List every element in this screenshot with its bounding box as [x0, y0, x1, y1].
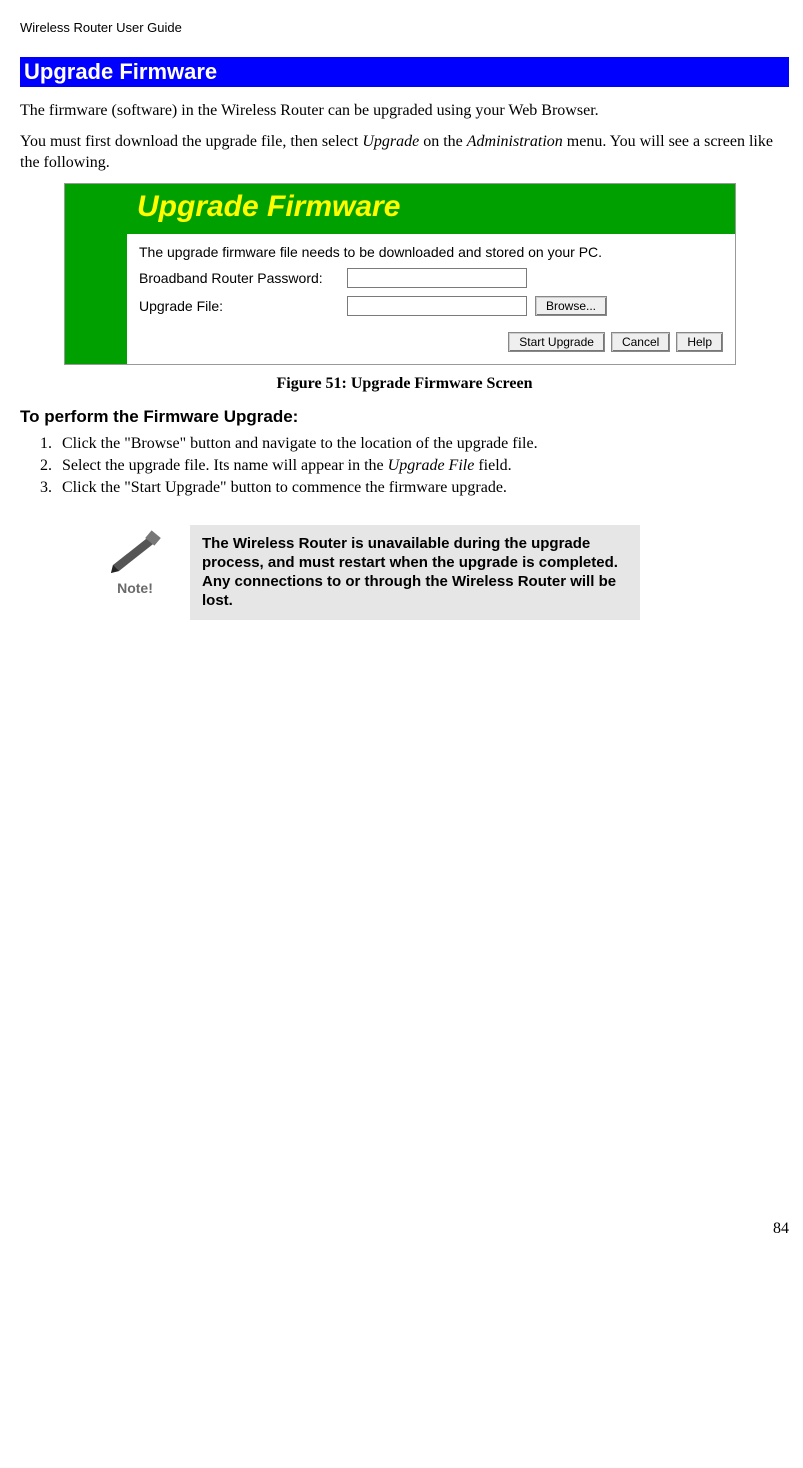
note-text: The Wireless Router is unavailable durin…: [190, 525, 640, 620]
intro-paragraph-2: You must first download the upgrade file…: [20, 132, 789, 174]
section-title: Upgrade Firmware: [20, 57, 789, 87]
upgrade-file-input[interactable]: [347, 296, 527, 316]
text-fragment: You must first download the upgrade file…: [20, 133, 362, 150]
document-header: Wireless Router User Guide: [20, 20, 789, 35]
pencil-note-icon: [107, 529, 163, 573]
password-row: Broadband Router Password:: [139, 268, 723, 288]
browse-button[interactable]: Browse...: [535, 296, 607, 316]
upgrade-firmware-panel: Upgrade Firmware The upgrade firmware fi…: [64, 183, 736, 365]
emphasis-upgrade-file: Upgrade File: [388, 457, 475, 474]
note-icon-cell: Note!: [80, 525, 190, 596]
panel-main: Upgrade Firmware The upgrade firmware fi…: [127, 184, 735, 364]
text-fragment: on the: [419, 133, 467, 150]
password-label: Broadband Router Password:: [139, 270, 339, 286]
figure-container: Upgrade Firmware The upgrade firmware fi…: [64, 183, 789, 365]
list-item: Click the "Start Upgrade" button to comm…: [56, 479, 789, 497]
panel-actions: Start Upgrade Cancel Help: [139, 332, 723, 352]
panel-title-row: Upgrade Firmware: [127, 184, 735, 234]
note-block: Note! The Wireless Router is unavailable…: [80, 525, 640, 620]
start-upgrade-button[interactable]: Start Upgrade: [508, 332, 605, 352]
cancel-button[interactable]: Cancel: [611, 332, 670, 352]
page-number: 84: [20, 1220, 789, 1238]
text-fragment: Select the upgrade file. Its name will a…: [62, 457, 388, 474]
emphasis-administration: Administration: [467, 133, 563, 150]
upgrade-file-row: Upgrade File: Browse...: [139, 296, 723, 316]
panel-description: The upgrade firmware file needs to be do…: [139, 244, 602, 260]
intro-paragraph-1: The firmware (software) in the Wireless …: [20, 101, 789, 122]
upgrade-file-label: Upgrade File:: [139, 298, 339, 314]
help-button[interactable]: Help: [676, 332, 723, 352]
steps-list: Click the "Browse" button and navigate t…: [20, 435, 789, 497]
panel-description-row: The upgrade firmware file needs to be do…: [139, 244, 723, 260]
note-label: Note!: [80, 580, 190, 596]
emphasis-upgrade: Upgrade: [362, 133, 419, 150]
text-fragment: field.: [474, 457, 511, 474]
panel-body: The upgrade firmware file needs to be do…: [127, 234, 735, 364]
subheading: To perform the Firmware Upgrade:: [20, 407, 789, 427]
password-input[interactable]: [347, 268, 527, 288]
list-item: Click the "Browse" button and navigate t…: [56, 435, 789, 453]
figure-caption: Figure 51: Upgrade Firmware Screen: [20, 375, 789, 393]
panel-title: Upgrade Firmware: [137, 190, 400, 223]
list-item: Select the upgrade file. Its name will a…: [56, 457, 789, 475]
panel-sidebar: [65, 184, 127, 364]
